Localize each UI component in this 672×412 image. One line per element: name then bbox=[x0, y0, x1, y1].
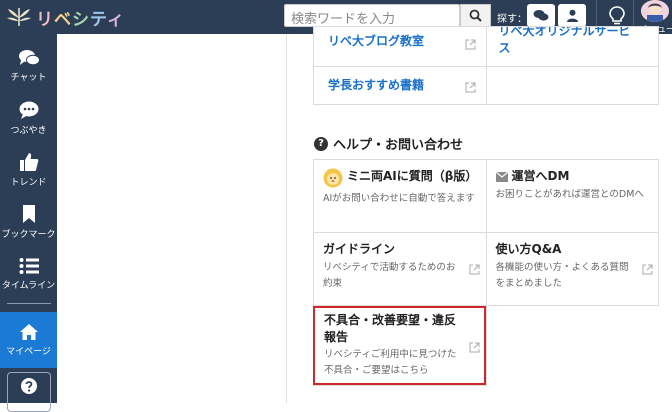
external-link-icon bbox=[469, 264, 480, 275]
service-link-grid: リベ大ブログ教室 リベ大オリジナルサービ ス 学長おすすめ書籍 bbox=[313, 26, 659, 105]
sidebar-item-label: タイムライン bbox=[1, 281, 56, 291]
user-icon bbox=[566, 9, 578, 22]
left-blank-area bbox=[57, 34, 286, 403]
leaf-logo-icon bbox=[7, 8, 31, 27]
external-link-icon bbox=[465, 82, 476, 93]
tweet-icon bbox=[19, 101, 38, 119]
thumbs-up-icon bbox=[19, 153, 38, 171]
sidebar-item-label: マイページ bbox=[6, 347, 51, 357]
logo-char: ベ bbox=[54, 9, 72, 30]
search-icon bbox=[469, 9, 482, 22]
link-card-title: 学長おすすめ書籍 bbox=[328, 78, 425, 92]
sidebar-item-label: ブックマーク bbox=[1, 230, 56, 240]
help-section-title: ? ヘルプ・お問い合わせ bbox=[314, 134, 463, 153]
sidebar: チャット つぶやき トレンド ブックマーク タイムライン マイページ bbox=[0, 34, 57, 412]
sidebar-item-trend[interactable]: トレンド bbox=[0, 142, 57, 198]
logo[interactable]: リベシティ bbox=[6, 4, 125, 30]
link-card-empty bbox=[486, 67, 659, 105]
scrollbar[interactable] bbox=[662, 34, 672, 403]
logo-char: テ bbox=[90, 9, 107, 30]
sidebar-item-label: つぶやき bbox=[10, 126, 47, 136]
sidebar-item-chat[interactable]: チャット bbox=[0, 38, 57, 94]
sidebar-help-button[interactable] bbox=[7, 372, 51, 412]
list-icon bbox=[19, 258, 39, 274]
logo-text: リベシティ bbox=[36, 5, 125, 30]
external-link-icon bbox=[642, 264, 652, 275]
search-input[interactable]: 検索ワードを入力 bbox=[284, 4, 460, 27]
explore-chat-button[interactable] bbox=[527, 4, 555, 27]
mail-icon bbox=[495, 171, 508, 182]
home-icon bbox=[19, 324, 38, 340]
sidebar-item-label: トレンド bbox=[10, 178, 47, 188]
search-button[interactable] bbox=[460, 4, 491, 27]
help-card-desc: リベシティで活動するためのお約束 bbox=[323, 262, 456, 289]
link-card-title-continued: ス bbox=[498, 41, 511, 55]
help-card-title: 運営へDM bbox=[511, 169, 570, 183]
sidebar-item-label: チャット bbox=[10, 73, 47, 83]
lion-icon bbox=[323, 168, 343, 188]
question-icon bbox=[21, 378, 37, 394]
help-card-faq[interactable]: 使い方Q&A 各機能の使い方・よくある質問をまとめました bbox=[486, 233, 659, 306]
help-card-title: ミニ両AIに質問（β版） bbox=[347, 169, 478, 183]
help-card-ai[interactable]: ミニ両AIに質問（β版） AIがお問い合わせに自動で答えます bbox=[314, 160, 487, 233]
help-card-title: 使い方Q&A bbox=[495, 242, 562, 256]
help-circle-icon: ? bbox=[314, 136, 328, 151]
link-card-blog[interactable]: リベ大ブログ教室 bbox=[314, 27, 487, 67]
avatar[interactable] bbox=[641, 0, 669, 22]
sidebar-item-timeline[interactable]: タイムライン bbox=[0, 246, 57, 302]
link-card-title: リベ大ブログ教室 bbox=[328, 34, 425, 48]
help-card-guideline[interactable]: ガイドライン リベシティで活動するためのお約束 bbox=[314, 233, 487, 306]
chat-bubbles-icon bbox=[533, 10, 549, 21]
section-title-text: ヘルプ・お問い合わせ bbox=[333, 138, 464, 153]
link-card-title: リベ大オリジナルサービ bbox=[498, 27, 631, 38]
logo-char: ィ bbox=[106, 9, 125, 30]
help-card-desc: AIがお問い合わせに自動で答えます bbox=[323, 193, 475, 204]
avatar-image-icon bbox=[641, 0, 669, 22]
logo-char: リ bbox=[36, 9, 54, 30]
chat-icon bbox=[18, 50, 40, 66]
sidebar-item-mypage[interactable]: マイページ bbox=[0, 312, 57, 368]
lightbulb-icon[interactable] bbox=[607, 5, 627, 27]
logo-char: シ bbox=[72, 9, 90, 30]
panel-border bbox=[286, 34, 287, 403]
sidebar-item-tweet[interactable]: つぶやき bbox=[0, 90, 57, 146]
link-card-books[interactable]: 学長おすすめ書籍 bbox=[314, 67, 487, 105]
report-card-highlight bbox=[313, 306, 486, 385]
sidebar-item-bookmark[interactable]: ブックマーク bbox=[0, 194, 57, 250]
link-card-original-service[interactable]: リベ大オリジナルサービ ス bbox=[486, 27, 659, 67]
explore-user-button[interactable] bbox=[558, 4, 586, 27]
help-card-dm[interactable]: 運営へDM お困りことがあれば運営とのDMへ bbox=[486, 160, 659, 233]
help-card-title: ガイドライン bbox=[323, 242, 396, 256]
external-link-icon bbox=[465, 39, 476, 50]
help-card-desc: 各機能の使い方・よくある質問をまとめました bbox=[495, 262, 629, 289]
explore-label: 探す： bbox=[497, 14, 527, 25]
sidebar-divider bbox=[7, 303, 51, 304]
help-card-desc: お困りことがあれば運営とのDMへ bbox=[495, 189, 644, 200]
bookmark-icon bbox=[22, 205, 35, 223]
